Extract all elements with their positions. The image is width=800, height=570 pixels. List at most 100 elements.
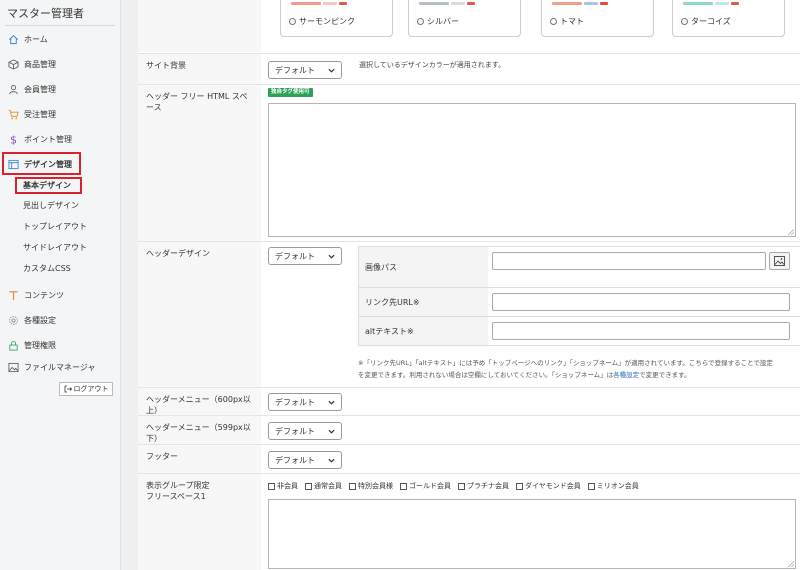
image-path-row: 画像パス: [358, 247, 800, 288]
row-label: フッター: [138, 445, 261, 473]
field-label: リンク先URL※: [358, 288, 488, 316]
sidebar-item-label: ポイント管理: [24, 134, 72, 144]
color-option-label: シルバー: [427, 17, 459, 26]
sidebar-subitem-top-layout[interactable]: トップレイアウト: [23, 220, 87, 234]
header-design-row: ヘッダーデザイン デフォルト 画像パス リンク先URL※ altテキスト※ ※「…: [138, 241, 800, 387]
link-url-input[interactable]: [492, 293, 790, 311]
image-icon: [774, 256, 785, 266]
design-color-row: サーモンピンク シルバー トマト ターコイズ: [138, 0, 800, 52]
group-free-space-textarea[interactable]: [268, 499, 796, 569]
sidebar-item-label: 会員管理: [24, 84, 56, 94]
row-label: サイト背景: [138, 54, 261, 84]
sidebar-item-points[interactable]: $ ポイント管理: [8, 131, 72, 147]
color-card-salmon-pink[interactable]: サーモンピンク: [280, 0, 393, 37]
link-url-row: リンク先URL※: [358, 288, 800, 317]
row-label: [138, 0, 261, 52]
image-path-input[interactable]: [492, 252, 766, 270]
sidebar-item-permissions[interactable]: 管理権限: [8, 337, 56, 353]
field-label: altテキスト※: [358, 317, 488, 345]
resize-handle[interactable]: [788, 229, 794, 235]
sidebar-item-label: ホーム: [24, 34, 48, 44]
sidebar-subitem-heading-design[interactable]: 見出しデザイン: [23, 199, 79, 213]
sidebar-item-label: 商品管理: [24, 59, 56, 69]
row-label: ヘッダーメニュー（600px以上）: [138, 388, 261, 415]
sidebar-subitem-custom-css[interactable]: カスタムCSS: [23, 262, 71, 276]
checkbox-platinum-member[interactable]: プラチナ会員: [458, 481, 509, 491]
row-label: ヘッダー フリー HTML スペース: [138, 85, 261, 241]
color-card-silver[interactable]: シルバー: [408, 0, 521, 37]
header-design-select[interactable]: デフォルト: [268, 247, 342, 265]
lock-icon: [9, 340, 18, 350]
checkbox-million-member[interactable]: ミリオン会員: [587, 481, 639, 491]
logout-icon: [64, 385, 72, 393]
logout-label: ログアウト: [73, 385, 109, 393]
highlight-box: [2, 152, 81, 175]
radio-button[interactable]: [681, 18, 688, 25]
sidebar-item-orders[interactable]: 受注管理: [8, 106, 56, 122]
field-label: 画像パス: [358, 247, 488, 287]
footer-select[interactable]: デフォルト: [268, 451, 342, 469]
footer-row: フッター デフォルト: [138, 444, 800, 473]
home-icon: [9, 34, 18, 44]
cart-icon: [8, 109, 19, 119]
settings-link[interactable]: 各種設定: [613, 371, 639, 379]
sidebar-item-contents[interactable]: コンテンツ: [8, 287, 64, 303]
admin-title: マスター管理者: [7, 7, 84, 20]
site-background-select[interactable]: デフォルト: [268, 61, 342, 79]
sidebar-item-members[interactable]: 会員管理: [8, 81, 56, 97]
header-html-textarea[interactable]: [268, 103, 796, 237]
row-label: ヘッダーデザイン: [138, 242, 261, 387]
sidebar-item-label: 受注管理: [24, 109, 56, 119]
sidebar: マスター管理者 ホーム 商品管理 会員管理 受注管理 $ ポイント管理 デザイン…: [0, 0, 121, 570]
row-label: 表示グループ限定 フリースペース1: [138, 474, 261, 570]
member-group-checkboxes: 非会員 通常会員 特別会員様 ゴールド会員 プラチナ会員 ダイヤモンド会員 ミリ…: [268, 481, 639, 491]
color-thumbnail: [291, 2, 382, 8]
alt-text-input[interactable]: [492, 322, 790, 340]
sidebar-item-home[interactable]: ホーム: [8, 31, 48, 47]
sidebar-item-label: 管理権限: [24, 340, 56, 350]
header-menu-600-select[interactable]: デフォルト: [268, 393, 342, 411]
header-menu-599-select[interactable]: デフォルト: [268, 422, 342, 440]
main-content: サーモンピンク シルバー トマト ターコイズ サイト背景 デフォルト 選択してい…: [138, 0, 800, 570]
color-option-label: サーモンピンク: [299, 17, 355, 26]
checkbox-special-member[interactable]: 特別会員様: [349, 481, 393, 491]
sidebar-item-file-manager[interactable]: ファイルマネージャ: [8, 359, 95, 375]
sidebar-item-products[interactable]: 商品管理: [8, 56, 56, 72]
checkbox-gold-member[interactable]: ゴールド会員: [400, 481, 451, 491]
custom-tag-badge: 独自タグ使用可: [268, 88, 313, 97]
chevron-down-icon: [328, 458, 335, 463]
gear-icon: [9, 315, 18, 325]
text-icon: [9, 290, 18, 300]
group-free-space-row: 表示グループ限定 フリースペース1 非会員 通常会員 特別会員様 ゴールド会員 …: [138, 473, 800, 570]
radio-button[interactable]: [550, 18, 557, 25]
color-option-label: トマト: [560, 17, 584, 26]
color-option-label: ターコイズ: [691, 17, 731, 26]
chevron-down-icon: [328, 254, 335, 259]
color-card-tomato[interactable]: トマト: [541, 0, 654, 37]
header-menu-599-row: ヘッダーメニュー（599px以下） デフォルト: [138, 415, 800, 444]
sidebar-item-label: コンテンツ: [24, 290, 64, 300]
sidebar-item-label: 各種設定: [24, 315, 56, 325]
site-background-row: サイト背景 デフォルト 選択しているデザインカラーが適用されます。: [138, 53, 800, 84]
checkbox-regular-member[interactable]: 通常会員: [305, 481, 342, 491]
checkbox-non-member[interactable]: 非会員: [268, 481, 298, 491]
color-thumbnail: [683, 2, 774, 8]
chevron-down-icon: [328, 400, 335, 405]
checkbox-diamond-member[interactable]: ダイヤモンド会員: [516, 481, 581, 491]
site-background-hint: 選択しているデザインカラーが適用されます。: [359, 61, 506, 69]
header-design-note: ※「リンク先URL」「altテキスト」には予め「トップページへのリンク」「ショッ…: [358, 359, 773, 379]
image-select-button[interactable]: [769, 252, 790, 270]
sidebar-item-settings[interactable]: 各種設定: [8, 312, 56, 328]
chevron-down-icon: [328, 429, 335, 434]
sidebar-subitem-side-layout[interactable]: サイドレイアウト: [23, 241, 87, 255]
resize-handle[interactable]: [788, 561, 794, 567]
color-card-turquoise[interactable]: ターコイズ: [672, 0, 785, 37]
row-content: サーモンピンク シルバー トマト ターコイズ: [261, 0, 800, 52]
radio-button[interactable]: [289, 18, 296, 25]
radio-button[interactable]: [417, 18, 424, 25]
logout-button[interactable]: ログアウト: [59, 382, 113, 396]
highlight-box: [15, 177, 82, 194]
row-label: ヘッダーメニュー（599px以下）: [138, 416, 261, 444]
chevron-down-icon: [328, 68, 335, 73]
divider: [5, 25, 115, 26]
